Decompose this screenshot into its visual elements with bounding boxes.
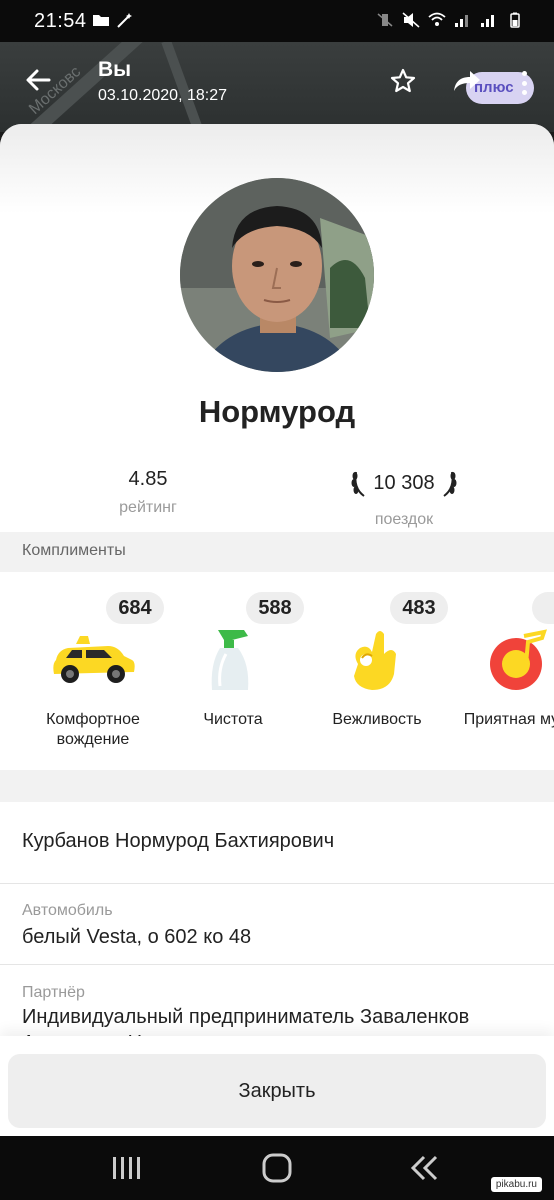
status-right-icons — [376, 12, 524, 28]
status-time: 21:54 — [34, 10, 87, 32]
trips-value-wrap: 10 308 — [351, 468, 457, 498]
home-icon[interactable] — [261, 1152, 293, 1184]
page-title: Вы — [98, 58, 132, 81]
close-button[interactable]: Закрыть — [8, 1054, 546, 1128]
compliment-label: Комфортное вождение — [46, 711, 140, 748]
taxi-car-icon — [53, 636, 135, 683]
signal-icon — [455, 15, 468, 27]
trips-value: 10 308 — [373, 471, 435, 494]
compliment-item[interactable]: 684 Комфортное вождение — [28, 572, 164, 770]
status-left-icons — [92, 12, 134, 28]
car-label: Автомобиль — [22, 902, 113, 919]
compliment-count: 588 — [246, 592, 304, 624]
recent-apps-icon[interactable] — [110, 1154, 144, 1182]
compliment-item[interactable]: 483 Вежливость — [312, 572, 448, 770]
share-button[interactable] — [448, 64, 486, 98]
arrow-left-icon — [26, 69, 51, 91]
compliments-title: Комплименты — [22, 542, 126, 559]
driver-sheet: Нормурод 4.85 рейтинг 10 308 поездок Ком… — [0, 124, 554, 1136]
menu-dot — [521, 71, 527, 76]
star-icon — [390, 68, 416, 93]
rating-stat: 4.85 рейтинг — [48, 468, 248, 517]
spray-bottle-icon — [211, 630, 249, 690]
compliment-count: 684 — [106, 592, 164, 624]
car-value: белый Vesta, о 602 ко 48 — [22, 926, 252, 948]
driver-full-name: Курбанов Нормурод Бахтиярович — [22, 830, 335, 852]
close-area: Закрыть — [0, 1036, 554, 1136]
compliment-item[interactable]: 4 Приятная музыка — [462, 572, 554, 770]
rating-value: 4.85 — [128, 468, 168, 490]
laurel-right-icon — [442, 471, 457, 497]
trips-label: поездок — [374, 511, 434, 528]
driver-photo — [180, 178, 374, 372]
favorite-button[interactable] — [386, 64, 420, 98]
partner-label: Партнёр — [22, 984, 85, 1001]
section-gap — [0, 770, 554, 802]
back-button[interactable] — [20, 62, 56, 98]
compliment-label: Вежливость — [332, 711, 422, 728]
folder-icon — [93, 15, 109, 26]
watermark: pikabu.ru — [490, 1177, 542, 1192]
menu-dot — [521, 80, 527, 86]
trips-stat: 10 308 поездок — [304, 468, 504, 529]
divider — [0, 883, 554, 884]
compliment-count: 4 — [532, 592, 554, 624]
signal-2-icon — [481, 15, 494, 27]
mute-icon — [402, 12, 420, 28]
laurel-left-icon — [351, 471, 366, 497]
compliment-count: 483 — [390, 592, 448, 624]
battery-icon — [510, 12, 520, 28]
divider — [0, 964, 554, 965]
status-bar: 21:54 — [0, 0, 554, 42]
menu-dot — [521, 90, 527, 95]
back-nav-icon[interactable] — [408, 1154, 440, 1182]
music-note-icon — [490, 629, 547, 690]
wifi-icon — [428, 12, 446, 26]
compliment-label: Чистота — [203, 711, 263, 728]
compliment-label: Приятная музыка — [463, 711, 554, 728]
map-header: Московс Вы 03.10.2020, 18:27 плюс — [0, 42, 554, 132]
share-arrow-icon — [454, 71, 480, 91]
compliments-header: Комплименты — [0, 532, 554, 572]
driver-name: Нормурод — [198, 394, 356, 429]
system-nav-bar: pikabu.ru — [0, 1136, 554, 1200]
ok-hand-icon — [354, 631, 396, 690]
compliments-list[interactable]: 684 Комфортное вождение 588 Чистота 483 … — [0, 572, 554, 770]
ride-datetime: 03.10.2020, 18:27 — [98, 87, 228, 104]
vibrate-off-icon — [377, 13, 393, 27]
rating-label: рейтинг — [119, 499, 177, 516]
magic-wand-icon — [117, 13, 132, 28]
driver-avatar — [180, 178, 374, 372]
more-menu-button[interactable] — [514, 68, 534, 98]
compliment-item[interactable]: 588 Чистота — [168, 572, 304, 770]
